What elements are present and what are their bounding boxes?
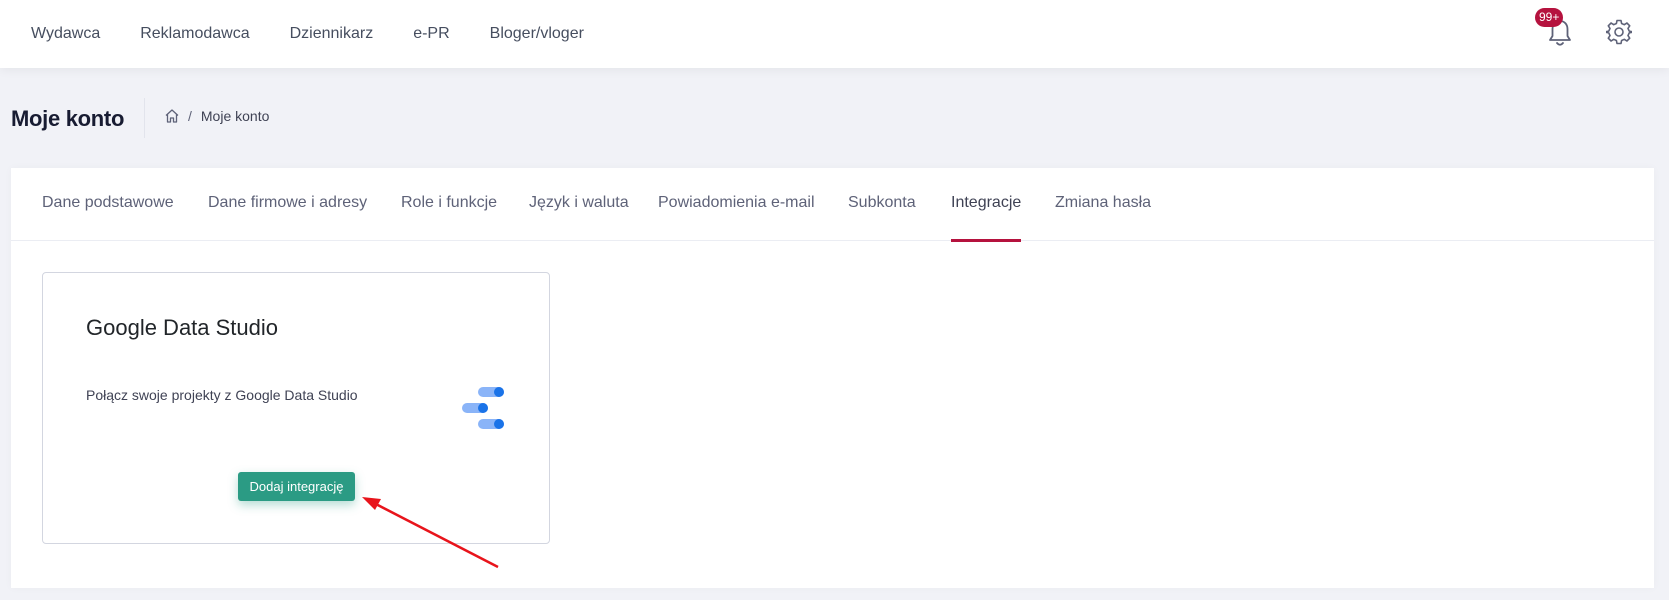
notification-badge: 99+	[1535, 8, 1564, 27]
tab-zmiana-hasla[interactable]: Zmiana hasła	[1055, 168, 1151, 241]
tab-subkonta[interactable]: Subkonta	[848, 168, 916, 241]
breadcrumb-separator: /	[188, 108, 192, 124]
integration-description: Połącz swoje projekty z Google Data Stud…	[86, 387, 358, 403]
integration-card-gds: Google Data Studio Połącz swoje projekty…	[42, 272, 550, 544]
tab-role-funkcje[interactable]: Role i funkcje	[401, 168, 497, 241]
nav-epr[interactable]: e-PR	[413, 25, 449, 43]
nav-reklamodawca[interactable]: Reklamodawca	[140, 25, 249, 43]
breadcrumb-current: Moje konto	[200, 108, 270, 124]
tab-powiadomienia[interactable]: Powiadomienia e-mail	[658, 168, 815, 241]
nav-bloger-vloger[interactable]: Bloger/vloger	[490, 25, 584, 43]
account-tabs: Dane podstawowe Dane firmowe i adresy Ro…	[11, 168, 1654, 242]
tab-dane-firmowe[interactable]: Dane firmowe i adresy	[208, 168, 367, 241]
page-title: Moje konto	[11, 106, 125, 131]
top-bar: Wydawca Reklamodawca Dziennikarz e-PR Bl…	[0, 0, 1669, 68]
home-icon[interactable]	[164, 108, 180, 124]
tab-dane-podstawowe[interactable]: Dane podstawowe	[42, 168, 174, 241]
google-data-studio-logo	[462, 387, 504, 429]
breadcrumb: / Moje konto	[164, 108, 269, 124]
nav-wydawca[interactable]: Wydawca	[31, 25, 100, 43]
account-card: Dane podstawowe Dane firmowe i adresy Ro…	[11, 168, 1654, 588]
integration-title: Google Data Studio	[86, 315, 279, 340]
nav-dziennikarz[interactable]: Dziennikarz	[290, 25, 374, 43]
tab-jezyk-waluta[interactable]: Język i waluta	[529, 168, 629, 241]
top-nav: Wydawca Reklamodawca Dziennikarz e-PR Bl…	[31, 0, 584, 68]
tab-integracje[interactable]: Integracje	[951, 168, 1022, 242]
gear-icon[interactable]	[1606, 19, 1632, 45]
add-integration-button[interactable]: Dodaj integrację	[238, 472, 355, 501]
title-separator	[144, 98, 145, 138]
